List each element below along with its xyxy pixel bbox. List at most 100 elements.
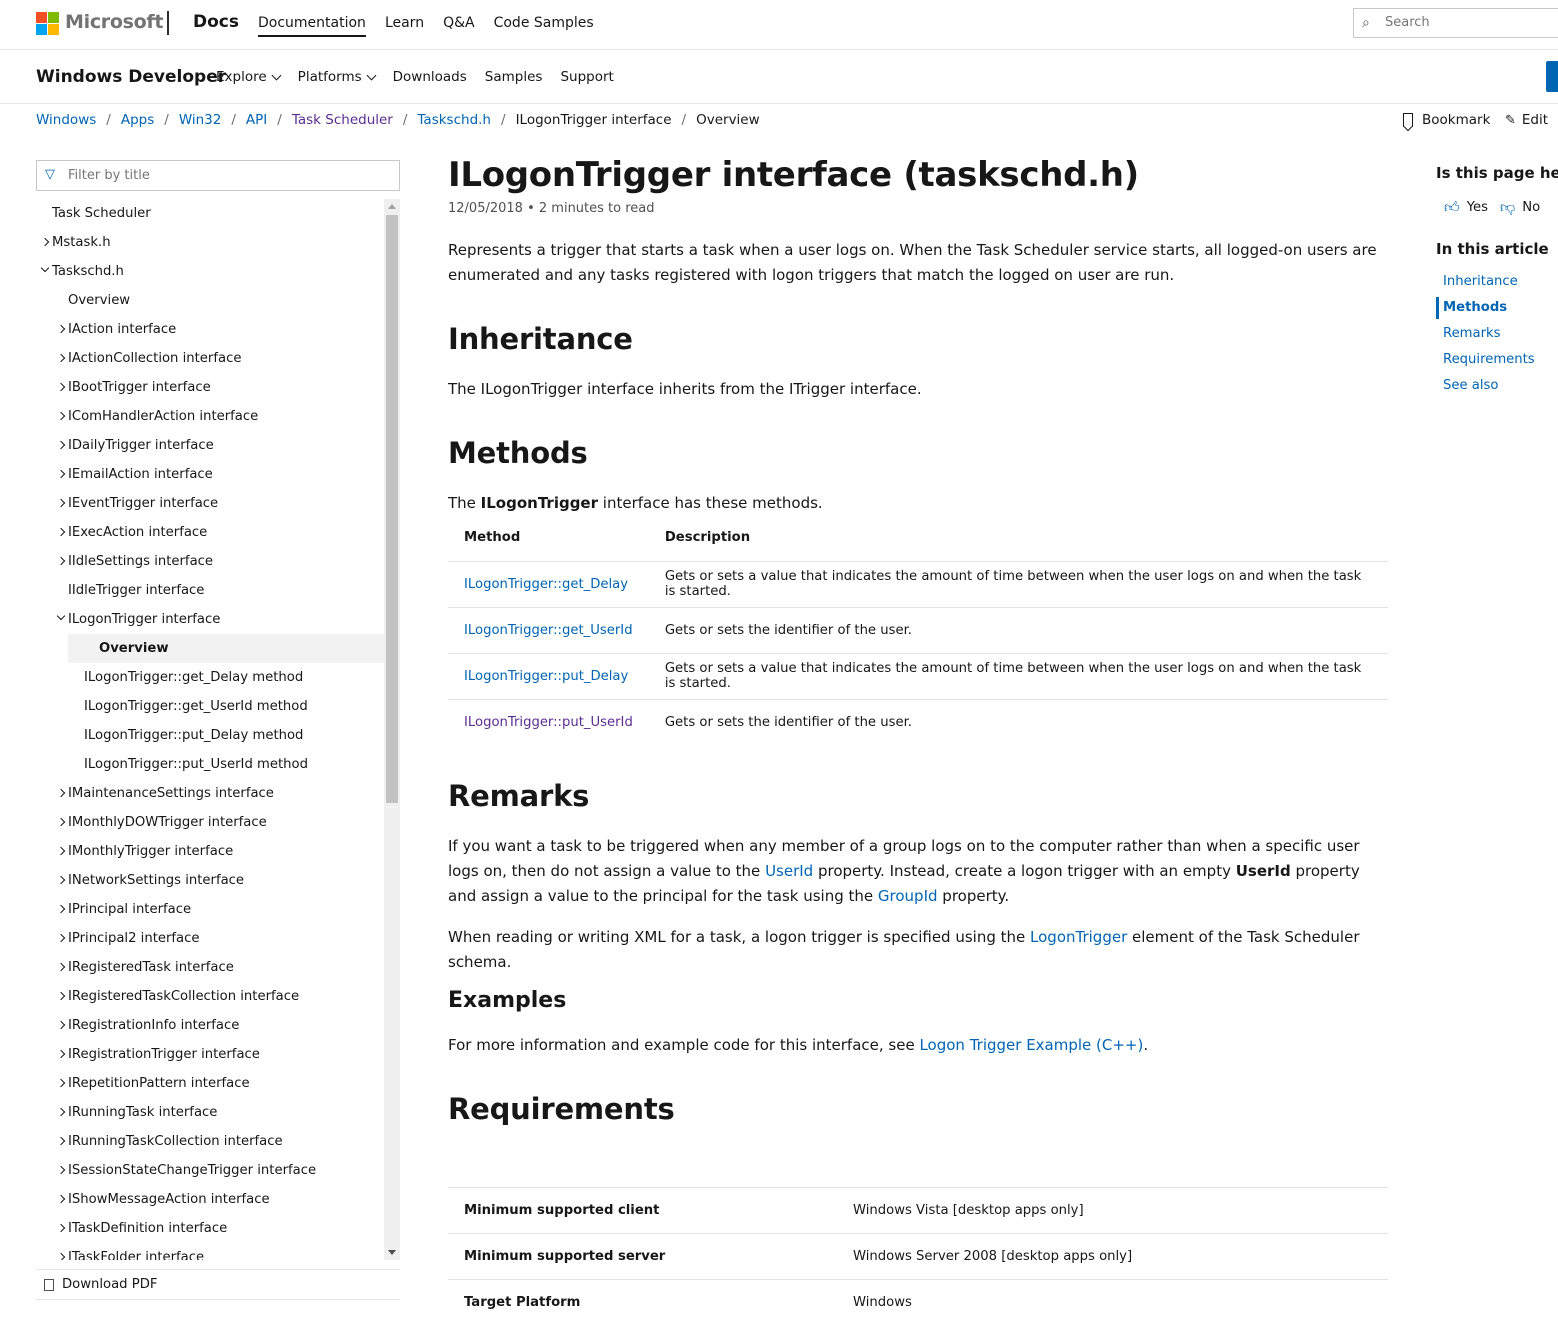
chevron-right-icon[interactable]	[56, 498, 66, 508]
toc-item[interactable]: IShowMessageAction interface	[36, 1185, 384, 1214]
userid-link[interactable]: UserId	[765, 862, 813, 880]
toc-item[interactable]: IIdleTrigger interface	[36, 576, 384, 605]
scroll-up-arrow-icon[interactable]	[388, 204, 396, 209]
toc-item[interactable]: INetworkSettings interface	[36, 866, 384, 895]
toc-filter-box[interactable]: ▽	[36, 160, 400, 191]
product-nav-support[interactable]: Support	[560, 69, 613, 85]
toc-item[interactable]: ILogonTrigger::put_UserId method	[36, 750, 384, 779]
header-action-button[interactable]	[1546, 61, 1558, 92]
chevron-right-icon[interactable]	[56, 962, 66, 972]
chevron-right-icon[interactable]	[56, 324, 66, 334]
toc-item[interactable]: IEmailAction interface	[36, 460, 384, 489]
chevron-right-icon[interactable]	[56, 991, 66, 1001]
top-nav-code-samples[interactable]: Code Samples	[494, 15, 594, 37]
top-nav-learn[interactable]: Learn	[385, 15, 424, 37]
chevron-right-icon[interactable]	[56, 875, 66, 885]
toc-item[interactable]: Overview	[36, 286, 384, 315]
toc-item[interactable]: Overview	[68, 634, 384, 663]
chevron-right-icon[interactable]	[56, 353, 66, 363]
breadcrumb-api[interactable]: API	[246, 112, 267, 128]
toc-scrollbar[interactable]	[384, 199, 400, 1260]
toc-item[interactable]: IRunningTaskCollection interface	[36, 1127, 384, 1156]
microsoft-logo-icon[interactable]	[36, 12, 59, 35]
toc-item[interactable]: IComHandlerAction interface	[36, 402, 384, 431]
rail-link-methods[interactable]: Methods	[1443, 300, 1507, 315]
toc-item[interactable]: IMonthlyTrigger interface	[36, 837, 384, 866]
toc-item[interactable]: IEventTrigger interface	[36, 489, 384, 518]
top-nav-qa[interactable]: Q&A	[443, 15, 475, 37]
toc-item[interactable]: ILogonTrigger::put_Delay method	[36, 721, 384, 750]
breadcrumb-task-scheduler[interactable]: Task Scheduler	[292, 112, 393, 128]
method-link-put-userid[interactable]: ILogonTrigger::put_UserId	[464, 715, 633, 730]
method-link-get-delay[interactable]: ILogonTrigger::get_Delay	[464, 577, 628, 592]
chevron-right-icon[interactable]	[56, 904, 66, 914]
toc-item[interactable]: IRepetitionPattern interface	[36, 1069, 384, 1098]
rail-link-inheritance[interactable]: Inheritance	[1443, 274, 1518, 289]
groupid-link[interactable]: GroupId	[878, 887, 938, 905]
toc-item[interactable]: IDailyTrigger interface	[36, 431, 384, 460]
toc-item[interactable]: IRegisteredTaskCollection interface	[36, 982, 384, 1011]
logon-trigger-example-link[interactable]: Logon Trigger Example (C++)	[919, 1036, 1143, 1054]
rail-link-see-also[interactable]: See also	[1443, 378, 1498, 393]
toc-item[interactable]: IRegisteredTask interface	[36, 953, 384, 982]
chevron-right-icon[interactable]	[56, 556, 66, 566]
chevron-right-icon[interactable]	[56, 1165, 66, 1175]
docs-home-link[interactable]: Docs	[193, 12, 239, 32]
toc-filter-input[interactable]	[68, 168, 388, 183]
breadcrumb-taskschd[interactable]: Taskschd.h	[417, 112, 491, 128]
breadcrumb-ilogontrigger[interactable]: ILogonTrigger interface	[516, 112, 672, 128]
chevron-right-icon[interactable]	[56, 411, 66, 421]
scroll-down-arrow-icon[interactable]	[388, 1250, 396, 1255]
toc-item[interactable]: ILogonTrigger::get_UserId method	[36, 692, 384, 721]
rail-link-remarks[interactable]: Remarks	[1443, 326, 1501, 341]
toc-item[interactable]: IMaintenanceSettings interface	[36, 779, 384, 808]
product-nav-explore[interactable]: Explore	[216, 69, 282, 85]
toc-item[interactable]: ILogonTrigger interface	[36, 605, 384, 634]
toc-item[interactable]: Mstask.h	[36, 228, 384, 257]
method-link-put-delay[interactable]: ILogonTrigger::put_Delay	[464, 669, 628, 684]
chevron-right-icon[interactable]	[56, 1136, 66, 1146]
toc-item[interactable]: Taskschd.h	[36, 257, 384, 286]
toc-item[interactable]: IPrincipal2 interface	[36, 924, 384, 953]
toc-item[interactable]: IRunningTask interface	[36, 1098, 384, 1127]
breadcrumb-apps[interactable]: Apps	[121, 112, 154, 128]
toc-item[interactable]: IBootTrigger interface	[36, 373, 384, 402]
search-input[interactable]	[1385, 15, 1555, 30]
feedback-no-button[interactable]: 👎︎ No	[1500, 198, 1540, 217]
chevron-right-icon[interactable]	[56, 1107, 66, 1117]
rail-link-requirements[interactable]: Requirements	[1443, 352, 1535, 367]
toc-item[interactable]: IActionCollection interface	[36, 344, 384, 373]
method-link-get-userid[interactable]: ILogonTrigger::get_UserId	[464, 623, 633, 638]
breadcrumb-win32[interactable]: Win32	[179, 112, 222, 128]
chevron-right-icon[interactable]	[56, 1223, 66, 1233]
chevron-down-icon[interactable]	[40, 263, 50, 273]
bookmark-button[interactable]: Bookmark	[1403, 112, 1490, 128]
chevron-right-icon[interactable]	[56, 1252, 66, 1260]
chevron-down-icon[interactable]	[56, 611, 66, 621]
edit-button[interactable]: ✎ Edit	[1505, 112, 1548, 128]
toc-item[interactable]: Task Scheduler	[36, 199, 384, 228]
chevron-right-icon[interactable]	[56, 440, 66, 450]
toc-item[interactable]: ITaskDefinition interface	[36, 1214, 384, 1243]
chevron-right-icon[interactable]	[56, 1049, 66, 1059]
chevron-right-icon[interactable]	[56, 788, 66, 798]
chevron-right-icon[interactable]	[56, 469, 66, 479]
chevron-right-icon[interactable]	[56, 382, 66, 392]
toc-item[interactable]: IExecAction interface	[36, 518, 384, 547]
chevron-right-icon[interactable]	[40, 237, 50, 247]
chevron-right-icon[interactable]	[56, 933, 66, 943]
product-nav-downloads[interactable]: Downloads	[393, 69, 467, 85]
chevron-right-icon[interactable]	[56, 817, 66, 827]
download-pdf-button[interactable]: Download PDF	[44, 1277, 157, 1292]
toc-item[interactable]: IAction interface	[36, 315, 384, 344]
product-nav-samples[interactable]: Samples	[485, 69, 543, 85]
toc-item[interactable]: IMonthlyDOWTrigger interface	[36, 808, 384, 837]
product-nav-platforms[interactable]: Platforms	[298, 69, 377, 85]
top-nav-documentation[interactable]: Documentation	[258, 15, 366, 37]
microsoft-brand-text[interactable]: Microsoft	[65, 11, 163, 33]
toc-item[interactable]: IRegistrationInfo interface	[36, 1011, 384, 1040]
product-title[interactable]: Windows Developer	[36, 67, 226, 87]
search-box[interactable]: ⌕	[1353, 8, 1558, 38]
chevron-right-icon[interactable]	[56, 846, 66, 856]
toc-item[interactable]: IPrincipal interface	[36, 895, 384, 924]
